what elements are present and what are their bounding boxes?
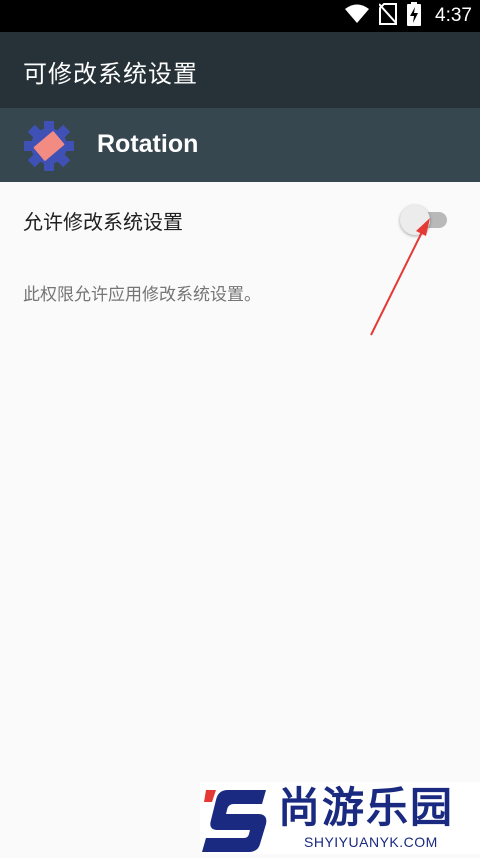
watermark-logo: 尚游乐园 SHYIYUANYK.COM <box>200 782 480 854</box>
battery-charging-icon <box>407 2 422 30</box>
status-bar: 4:37 <box>0 0 480 32</box>
rotation-app-icon <box>22 121 76 171</box>
status-icons: 4:37 <box>345 0 472 32</box>
app-bar: 可修改系统设置 <box>0 32 480 108</box>
status-time: 4:37 <box>435 5 472 26</box>
watermark-text: 尚游乐园 <box>278 783 455 832</box>
wifi-icon <box>345 4 370 28</box>
allow-modify-settings-toggle[interactable] <box>400 205 450 235</box>
app-header: Rotation <box>0 108 480 182</box>
setting-label: 允许修改系统设置 <box>23 210 183 234</box>
no-sim-icon <box>378 3 398 29</box>
watermark-s-icon <box>200 782 274 854</box>
app-name: Rotation <box>97 130 199 158</box>
setting-description: 此权限允许应用修改系统设置。 <box>23 285 261 305</box>
watermark-url: SHYIYUANYK.COM <box>304 834 438 850</box>
page-title: 可修改系统设置 <box>23 60 198 88</box>
allow-modify-settings-row[interactable]: 允许修改系统设置 <box>0 182 480 258</box>
toggle-thumb <box>400 205 430 235</box>
